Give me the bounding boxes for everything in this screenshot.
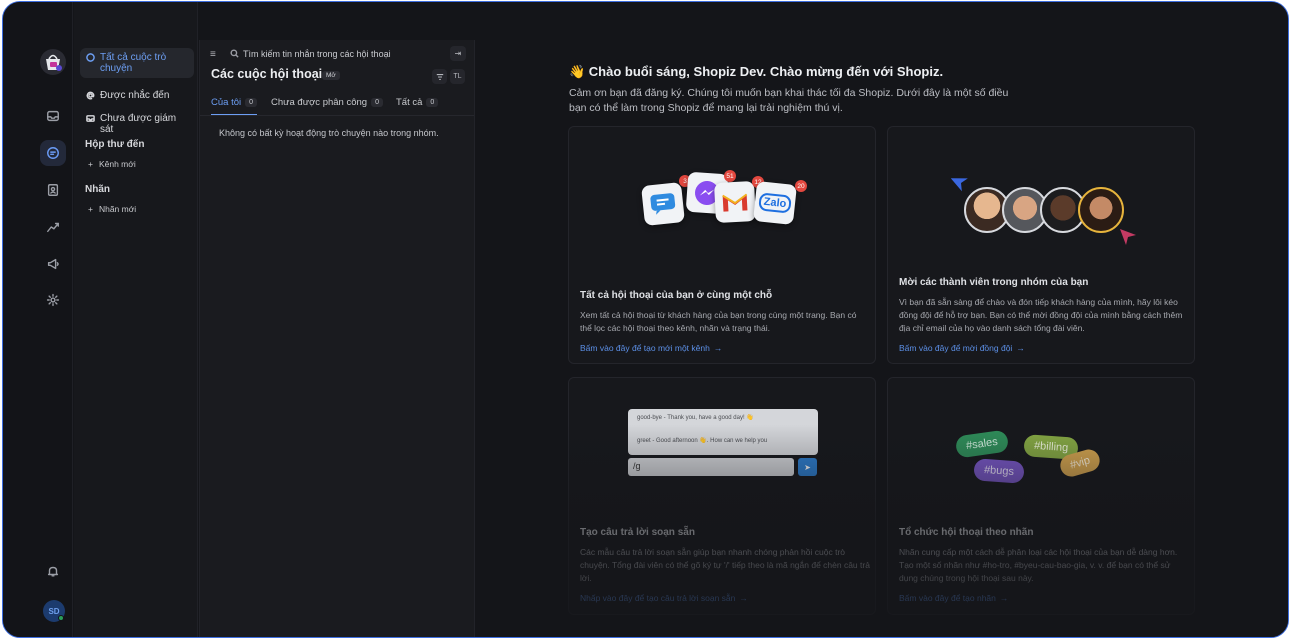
card-canned-responses: good-bye - Thank you, have a good day! 👋… <box>568 377 876 615</box>
sidebar-item-unattended[interactable]: Chưa được giám sát <box>80 109 194 139</box>
plus-icon: + <box>88 204 93 214</box>
sidebar-item-all-conversations[interactable]: Tất cả cuộc trò chuyện <box>80 48 194 78</box>
tab-all[interactable]: Tất cả 0 <box>396 97 439 114</box>
tab-unassigned[interactable]: Chưa được phân công 0 <box>271 97 383 114</box>
card-labels: #sales #billing #bugs #vip Tổ chức hội t… <box>887 377 1195 615</box>
app-logo[interactable] <box>39 48 67 76</box>
card-title: Tổ chức hội thoại theo nhãn <box>899 527 1034 538</box>
search-input[interactable] <box>243 48 443 59</box>
collapse-arrow-icon: ⇥ <box>454 49 462 58</box>
filter-icon <box>436 73 443 80</box>
filter-button[interactable] <box>432 69 447 84</box>
intro-text: Cảm ơn bạn đã đăng ký. Chúng tôi muốn bạ… <box>569 87 1009 114</box>
collapse-panel-button[interactable]: ⇥ <box>450 46 466 61</box>
inbox-icon[interactable] <box>40 103 66 129</box>
canned-response-item: greet - Good afternoon 👋. How can we hel… <box>637 438 768 444</box>
conversation-sidebar: Tất cả cuộc trò chuyện Được nhắc đến Chư… <box>74 2 198 637</box>
sort-button[interactable]: TL <box>450 69 465 84</box>
arrow-right-icon: → <box>1016 343 1025 353</box>
chat-bubble-icon <box>86 53 95 62</box>
card-description: Các mẫu câu trả lời soạn sẵn giúp bạn nh… <box>580 547 870 583</box>
tab-count: 0 <box>426 98 439 107</box>
canned-response-input: /g <box>628 458 794 476</box>
status-badge[interactable]: Mở <box>322 71 340 80</box>
search-box <box>226 46 446 61</box>
at-sign-icon <box>86 91 95 100</box>
gmail-icon <box>713 180 757 224</box>
page-title: Các cuộc hội thoại <box>211 67 323 81</box>
search-icon <box>230 49 239 58</box>
sidebar-item-label: Tất cả cuộc trò chuyện <box>100 52 167 74</box>
notification-badge: 51 <box>724 170 736 182</box>
sidebar-item-label: Được nhắc đến <box>100 90 170 101</box>
plus-icon: + <box>88 159 93 169</box>
cursor-arrow-icon <box>951 178 968 192</box>
sidebar-item-label: Chưa được giám sát <box>100 113 177 135</box>
card-all-conversations: 3 51 12 Zalo 20 Tất cả hội thoại của bạn… <box>568 126 876 364</box>
create-label-link[interactable]: Bấm vào đây để tạo nhãn → <box>899 593 1008 603</box>
notification-bell-icon[interactable] <box>40 558 66 584</box>
greeting-heading: 👋 Chào buổi sáng, Shopiz Dev. Chào mừng … <box>569 64 944 79</box>
conversation-list-panel: ≡ ⇥ Các cuộc hội thoại Mở TL Của tôi 0 C… <box>199 40 475 637</box>
arrow-right-icon: → <box>739 593 748 603</box>
notification-badge: 20 <box>795 180 807 192</box>
contacts-icon[interactable] <box>40 177 66 203</box>
new-label-button[interactable]: + Nhãn mới <box>88 204 136 214</box>
chat-app-icon <box>641 182 685 226</box>
card-invite-team: Mời các thành viên trong nhóm của bạn Vì… <box>887 126 1195 364</box>
card-title: Tất cả hội thoại của bạn ở cùng một chỗ <box>580 290 773 301</box>
onboarding-main: 👋 Chào buổi sáng, Shopiz Dev. Chào mừng … <box>476 2 1288 637</box>
cursor-arrow-icon <box>1120 229 1136 245</box>
conversations-icon[interactable] <box>40 140 66 166</box>
app-window: SD Tất cả cuộc trò chuyện Được nhắc đến … <box>2 1 1289 638</box>
invite-agents-link[interactable]: Bấm vào đây để mời đồng đội → <box>899 343 1025 353</box>
tab-count: 0 <box>371 98 383 107</box>
create-canned-response-link[interactable]: Nhấp vào đây để tạo câu trả lời soạn sẵn… <box>580 593 748 603</box>
online-status-dot <box>58 615 64 621</box>
inbox-section-heading: Hộp thư đến <box>85 139 145 150</box>
zalo-icon: Zalo <box>753 181 797 225</box>
empty-state-message: Không có bất kỳ hoạt động trò chuyện nào… <box>219 128 439 138</box>
campaigns-icon[interactable] <box>40 251 66 277</box>
tab-mine[interactable]: Của tôi 0 <box>211 97 258 115</box>
card-title: Tạo câu trả lời soạn sẵn <box>580 527 695 538</box>
arrow-right-icon: → <box>999 593 1009 603</box>
canned-response-item: good-bye - Thank you, have a good day! 👋 <box>637 415 754 421</box>
conversation-tabs: Của tôi 0 Chưa được phân công 0 Tất cả 0 <box>200 94 474 116</box>
card-description: Xem tất cả hội thoại từ khách hàng của b… <box>580 310 857 333</box>
send-icon: ➤ <box>798 458 817 476</box>
sidebar-item-mentions[interactable]: Được nhắc đến <box>80 86 194 105</box>
tab-count: 0 <box>245 98 258 107</box>
new-inbox-button[interactable]: + Kênh mới <box>88 159 136 169</box>
labels-section-heading: Nhãn <box>85 184 110 195</box>
card-description: Nhãn cung cấp một cách dễ phân loại các … <box>899 547 1178 583</box>
settings-icon[interactable] <box>40 287 66 313</box>
reports-icon[interactable] <box>40 214 66 240</box>
label-pill: #bugs <box>973 458 1025 484</box>
canned-response-list: good-bye - Thank you, have a good day! 👋… <box>628 409 818 455</box>
menu-icon[interactable]: ≡ <box>210 49 216 60</box>
icon-rail: SD <box>3 2 73 637</box>
card-title: Mời các thành viên trong nhóm của bạn <box>899 277 1089 288</box>
create-inbox-link[interactable]: Bấm vào đây để tạo mới một kênh → <box>580 343 722 353</box>
arrow-right-icon: → <box>713 343 723 353</box>
label-pill: #sales <box>954 429 1010 459</box>
card-description: Vì bạn đã sẵn sàng để chào và đón tiếp k… <box>899 297 1183 333</box>
inbox-tray-icon <box>86 114 95 123</box>
